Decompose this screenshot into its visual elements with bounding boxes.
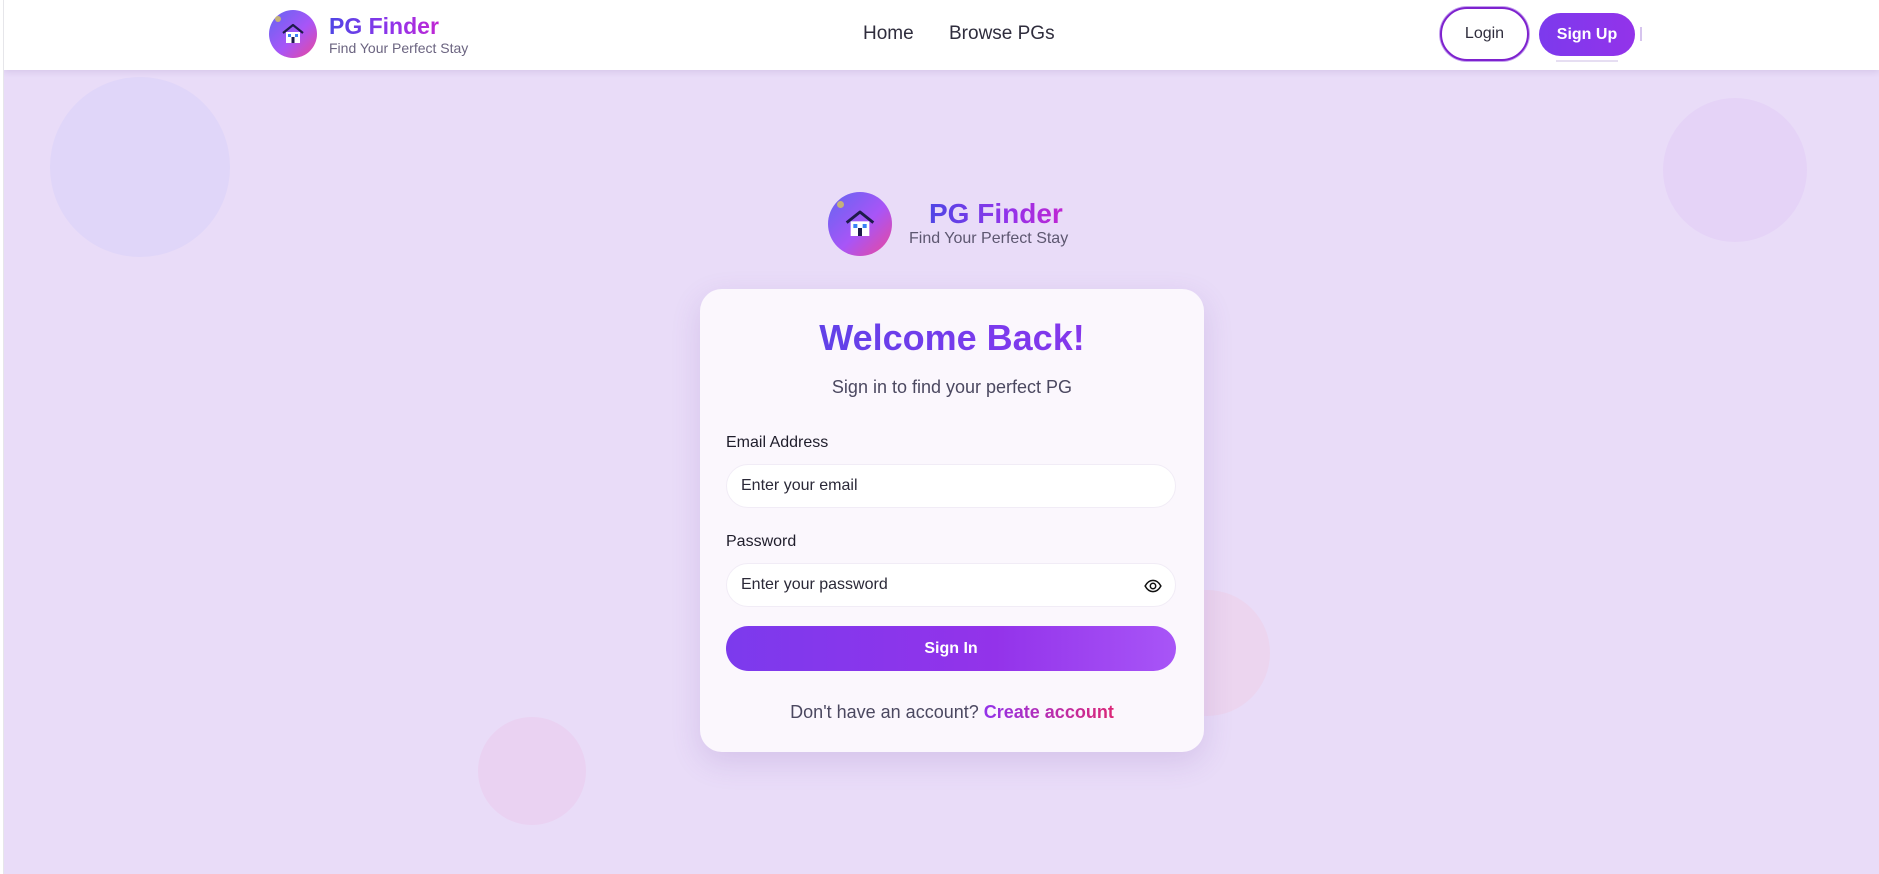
signup-underline (1556, 60, 1618, 62)
center-logo (828, 192, 892, 256)
login-card: Welcome Back! Sign in to find your perfe… (700, 289, 1204, 752)
password-field[interactable] (741, 576, 1121, 594)
card-title: Welcome Back! (700, 317, 1204, 359)
sign-in-button[interactable]: Sign In (726, 626, 1176, 671)
email-label: Email Address (726, 434, 829, 451)
signup-button[interactable]: Sign Up (1539, 13, 1635, 56)
create-account-link[interactable]: Create account (984, 702, 1114, 722)
nav-separator (1640, 27, 1642, 41)
top-navbar: PG Finder Find Your Perfect Stay Home Br… (4, 0, 1879, 70)
eye-icon[interactable] (1144, 577, 1162, 595)
background-blob (478, 717, 586, 825)
house-icon (845, 210, 875, 236)
login-button[interactable]: Login (1440, 7, 1529, 61)
logo-dot (275, 16, 281, 22)
nav-link-home[interactable]: Home (863, 22, 914, 46)
center-brand-title: PG Finder (929, 198, 1063, 229)
nav-brand-tagline: Find Your Perfect Stay (329, 40, 469, 56)
brand-logo[interactable] (269, 10, 317, 58)
logo-dot (837, 201, 844, 208)
password-label: Password (726, 533, 797, 550)
signup-prompt-text: Don't have an account? (790, 702, 979, 722)
password-field-wrapper (726, 563, 1176, 607)
nav-link-browse-pgs[interactable]: Browse PGs (949, 22, 1055, 46)
center-brand-tagline: Find Your Perfect Stay (909, 230, 1069, 247)
email-field[interactable] (741, 477, 1121, 495)
page: PG Finder Find Your Perfect Stay Home Br… (4, 0, 1879, 874)
background-blob (50, 77, 230, 257)
nav-brand-title[interactable]: PG Finder (329, 13, 439, 40)
email-field-wrapper (726, 464, 1176, 508)
card-subtitle: Sign in to find your perfect PG (831, 377, 1073, 397)
signup-prompt: Don't have an account? Create account (700, 701, 1204, 723)
background-blob (1663, 98, 1807, 242)
house-icon (282, 23, 304, 43)
